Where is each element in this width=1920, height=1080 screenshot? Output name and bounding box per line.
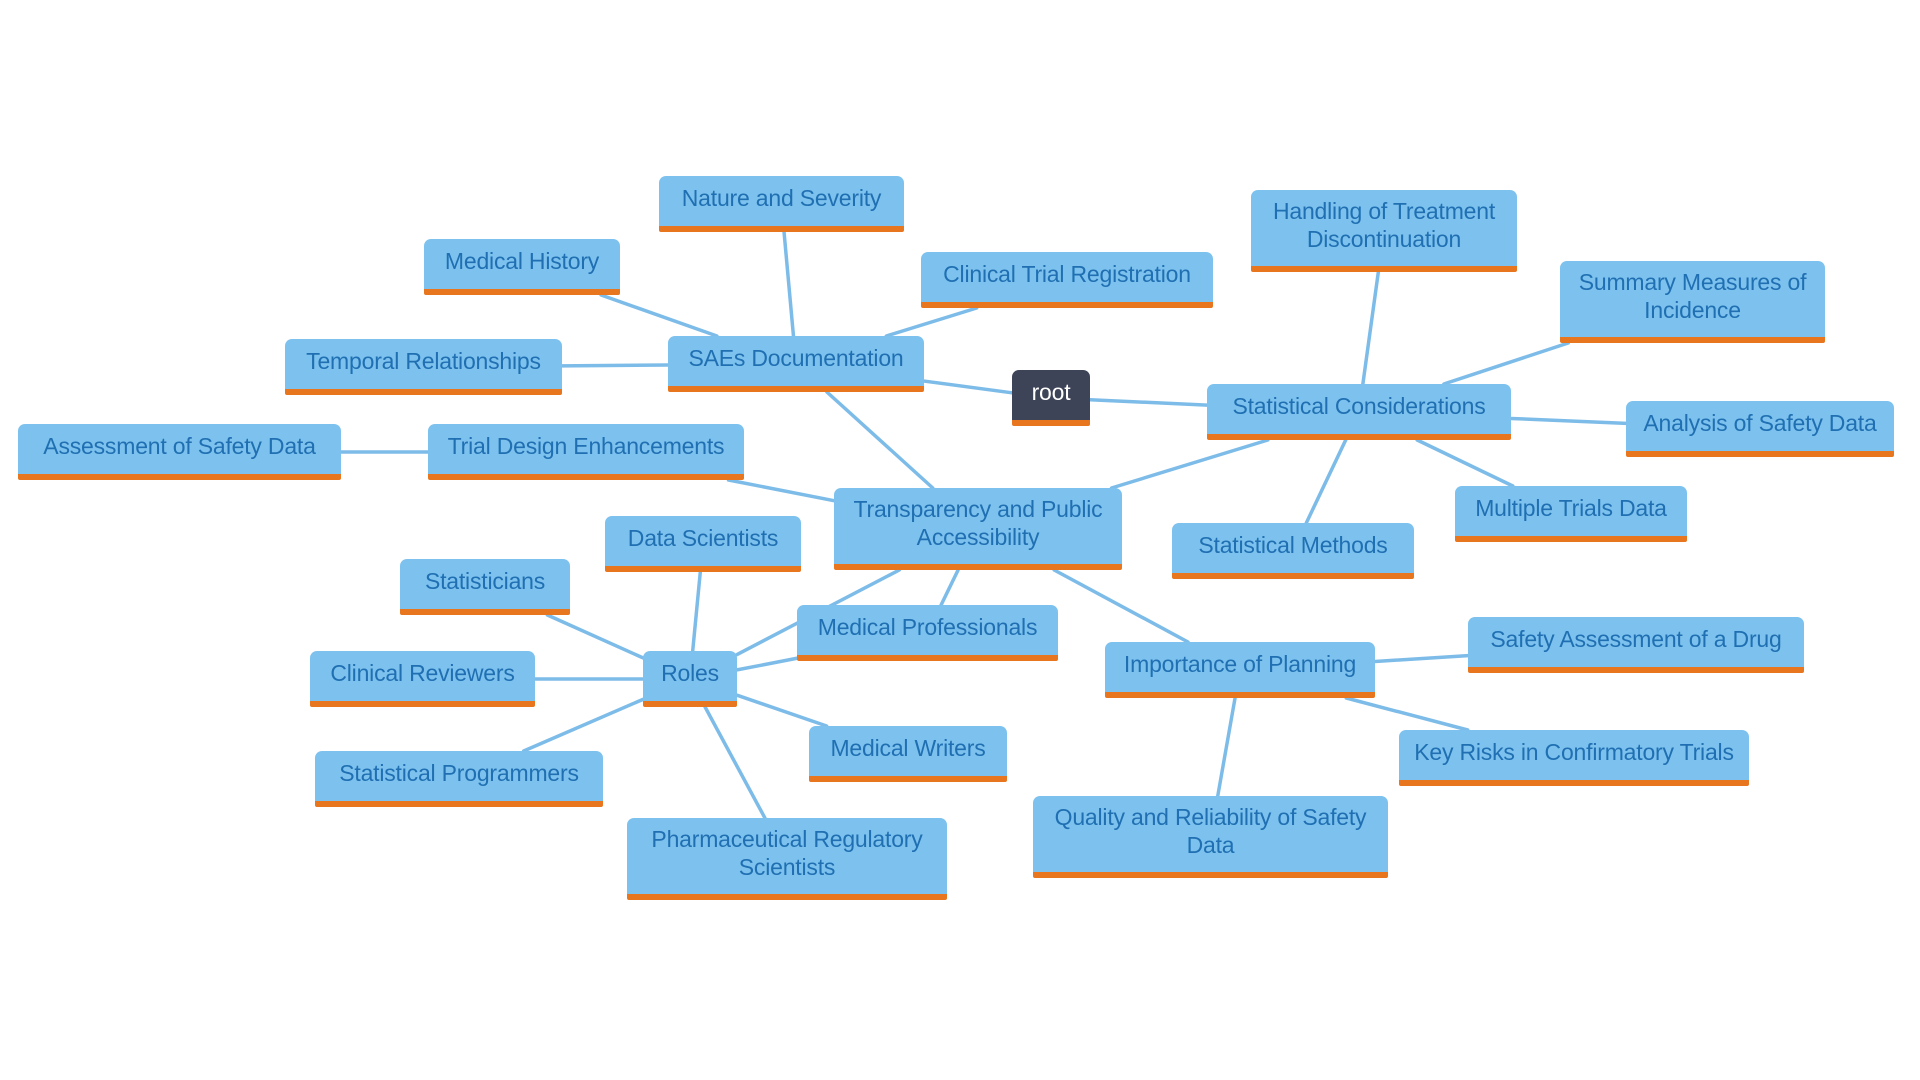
mindmap-node-quality[interactable]: Quality and Reliability of Safety Data <box>1033 796 1388 878</box>
mindmap-edge-saes-to-transp <box>825 390 935 490</box>
mindmap-node-assess[interactable]: Assessment of Safety Data <box>18 424 341 480</box>
mindmap-edge-roles-to-statprog <box>521 697 645 753</box>
mindmap-node-nature[interactable]: Nature and Severity <box>659 176 904 232</box>
mindmap-edge-roles-to-pharmreg <box>703 705 767 820</box>
mindmap-edge-importance-to-safetyassess <box>1373 653 1470 664</box>
mindmap-node-importance[interactable]: Importance of Planning <box>1105 642 1375 698</box>
mindmap-edge-roles-to-medprof <box>735 656 799 672</box>
mindmap-node-transp[interactable]: Transparency and Public Accessibility <box>834 488 1122 570</box>
mindmap-node-root[interactable]: root <box>1012 370 1090 426</box>
mindmap-node-keyrisks[interactable]: Key Risks in Confirmatory Trials <box>1399 730 1749 786</box>
mindmap-node-medwriters[interactable]: Medical Writers <box>809 726 1007 782</box>
mindmap-edge-statcons-to-analysis <box>1509 416 1628 426</box>
mindmap-edge-roles-to-medwriters <box>735 693 829 728</box>
mindmap-node-trialdes[interactable]: Trial Design Enhancements <box>428 424 744 480</box>
mindmap-edge-statcons-to-statmeth <box>1304 438 1348 525</box>
mindmap-edge-transp-to-trialdes <box>726 478 836 503</box>
mindmap-node-handling[interactable]: Handling of Treatment Discontinuation <box>1251 190 1517 272</box>
mindmap-edge-root-to-statcons <box>1088 398 1209 407</box>
mindmap-node-summeas[interactable]: Summary Measures of Incidence <box>1560 261 1825 343</box>
mindmap-edge-saes-to-ctreg <box>884 306 979 338</box>
mindmap-node-statisticians[interactable]: Statisticians <box>400 559 570 615</box>
mindmap-edge-transp-to-medprof <box>939 568 960 607</box>
mindmap-node-medhist[interactable]: Medical History <box>424 239 620 295</box>
mindmap-edge-statcons-to-handling <box>1361 270 1381 386</box>
mindmap-edge-roles-to-datasci <box>690 570 703 653</box>
mindmap-edge-saes-to-nature <box>782 230 796 338</box>
mindmap-node-ctreg[interactable]: Clinical Trial Registration <box>921 252 1213 308</box>
mindmap-edge-root-to-saes <box>922 379 1014 395</box>
mindmap-node-statprog[interactable]: Statistical Programmers <box>315 751 603 807</box>
mindmap-edge-transp-to-statcons <box>1109 438 1270 490</box>
mindmap-node-statcons[interactable]: Statistical Considerations <box>1207 384 1511 440</box>
mindmap-node-safetyassess[interactable]: Safety Assessment of a Drug <box>1468 617 1804 673</box>
mindmap-edge-transp-to-importance <box>1052 568 1190 644</box>
mindmap-node-medprof[interactable]: Medical Professionals <box>797 605 1058 661</box>
mindmap-edge-roles-to-statisticians <box>545 613 645 660</box>
mindmap-node-roles[interactable]: Roles <box>643 651 737 707</box>
mindmap-node-saes[interactable]: SAEs Documentation <box>668 336 924 392</box>
mindmap-node-statmeth[interactable]: Statistical Methods <box>1172 523 1414 579</box>
mindmap-edge-saes-to-medhist <box>599 293 719 338</box>
mindmap-node-temporal[interactable]: Temporal Relationships <box>285 339 562 395</box>
mindmap-edge-importance-to-keyrisks <box>1344 696 1470 732</box>
mindmap-canvas: root SAEs Documentation Nature and Severit… <box>0 0 1920 1080</box>
mindmap-edge-importance-to-quality <box>1215 696 1237 798</box>
mindmap-node-multtrials[interactable]: Multiple Trials Data <box>1455 486 1687 542</box>
mindmap-edge-statcons-to-multtrials <box>1415 438 1515 488</box>
mindmap-node-pharmreg[interactable]: Pharmaceutical Regulatory Scientists <box>627 818 947 900</box>
mindmap-edge-saes-to-temporal <box>560 363 670 368</box>
mindmap-node-analysis[interactable]: Analysis of Safety Data <box>1626 401 1894 457</box>
mindmap-node-clinrev[interactable]: Clinical Reviewers <box>310 651 535 707</box>
mindmap-edge-statcons-to-summeas <box>1442 341 1570 386</box>
mindmap-node-datasci[interactable]: Data Scientists <box>605 516 801 572</box>
